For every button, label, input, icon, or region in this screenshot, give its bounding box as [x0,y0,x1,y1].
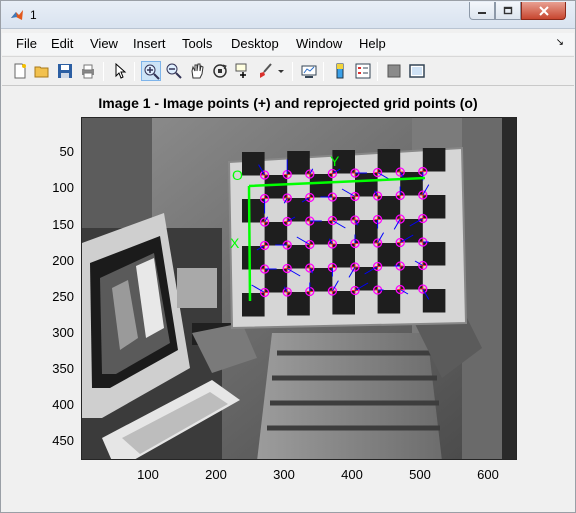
maximize-icon [503,6,513,14]
x-axis-label: X [230,235,240,251]
checker-square [377,290,401,314]
checker-square [242,293,265,317]
menu-file[interactable]: File [16,36,37,51]
menu-view[interactable]: View [90,36,118,51]
menu-window[interactable]: Window [296,36,342,51]
menu-tools[interactable]: Tools [182,36,212,51]
show-plot-tools-icon [409,64,425,78]
figure-toolbar [2,56,574,86]
y-tick-label: 250 [52,289,74,304]
x-tick-label: 300 [273,467,295,482]
checker-square [422,148,446,172]
menu-insert[interactable]: Insert [133,36,166,51]
rotate-3d-button[interactable] [210,61,230,81]
calibration-image: O X Y [82,118,516,459]
x-tick-label: 500 [409,467,431,482]
image-axes[interactable]: O X Y [81,117,517,460]
close-icon [538,5,549,16]
pan-icon [191,63,204,79]
x-tick-label: 600 [477,467,499,482]
print-icon [82,64,94,79]
dock-arrow-icon[interactable]: ↘ [556,37,564,48]
colorbar-icon [336,63,344,79]
menu-bar: File Edit View Insert Tools Desktop Wind… [2,33,574,55]
plot-title: Image 1 - Image points (+) and reproject… [98,95,478,111]
x-tick-label: 400 [341,467,363,482]
pointer-icon [115,63,127,79]
x-tick-label: 200 [205,467,227,482]
y-tick-label: 150 [52,217,74,232]
close-button[interactable] [521,2,566,20]
brush-dropdown-button[interactable] [276,61,286,81]
origin-label: O [232,167,243,183]
hide-plot-tools-button[interactable] [384,61,404,81]
figure-window: 1 File Edit View Insert Tools Desktop Wi… [0,0,576,513]
zoom-out-button[interactable] [164,61,184,81]
edit-plot-button[interactable] [110,61,130,81]
open-file-icon [34,66,49,78]
colorbar-button[interactable] [330,61,350,81]
save-button[interactable] [55,61,75,81]
x-tick-label: 100 [137,467,159,482]
brush-button[interactable] [256,61,276,81]
link-plot-button[interactable] [299,61,319,81]
brush-icon [260,63,272,78]
matlab-icon [11,10,23,20]
zoom-out-icon [166,63,182,79]
open-file-button[interactable] [32,61,52,81]
hide-plot-tools-icon [387,64,401,78]
y-tick-label: 450 [52,433,74,448]
figure-canvas: Image 1 - Image points (+) and reproject… [2,87,574,512]
y-tick-label: 350 [52,361,74,376]
link-plot-icon [301,65,317,78]
y-tick-label: 50 [59,144,74,159]
title-bar[interactable]: 1 [1,1,575,29]
zoom-in-icon [144,64,160,80]
save-icon [58,64,72,78]
show-plot-tools-button[interactable] [407,61,427,81]
y-tick-label: 100 [52,180,74,195]
legend-icon [355,63,371,79]
data-cursor-icon [235,63,247,78]
new-figure-button[interactable] [10,61,30,81]
zoom-in-button[interactable] [141,61,161,81]
rotate-3d-icon [213,64,227,78]
menu-edit[interactable]: Edit [51,36,73,51]
y-tick-label: 300 [52,325,74,340]
menu-help[interactable]: Help [359,36,386,51]
y-axis-label: Y [330,153,340,169]
brush-dropdown-icon [278,70,284,73]
checker-square [422,289,446,313]
minimize-icon [478,11,486,14]
data-cursor-button[interactable] [233,61,253,81]
maximize-button[interactable] [495,2,521,20]
checker-square [422,195,446,219]
y-tick-label: 400 [52,397,74,412]
new-figure-icon [14,63,26,79]
checker-square [422,242,446,266]
menu-desktop[interactable]: Desktop [231,36,279,51]
y-tick-label: 200 [52,253,74,268]
pan-button[interactable] [187,61,207,81]
legend-button[interactable] [353,61,373,81]
minimize-button[interactable] [469,2,495,20]
checker-square [332,291,355,315]
window-title: 1 [30,8,37,22]
print-button[interactable] [78,61,98,81]
checker-square [287,292,310,316]
